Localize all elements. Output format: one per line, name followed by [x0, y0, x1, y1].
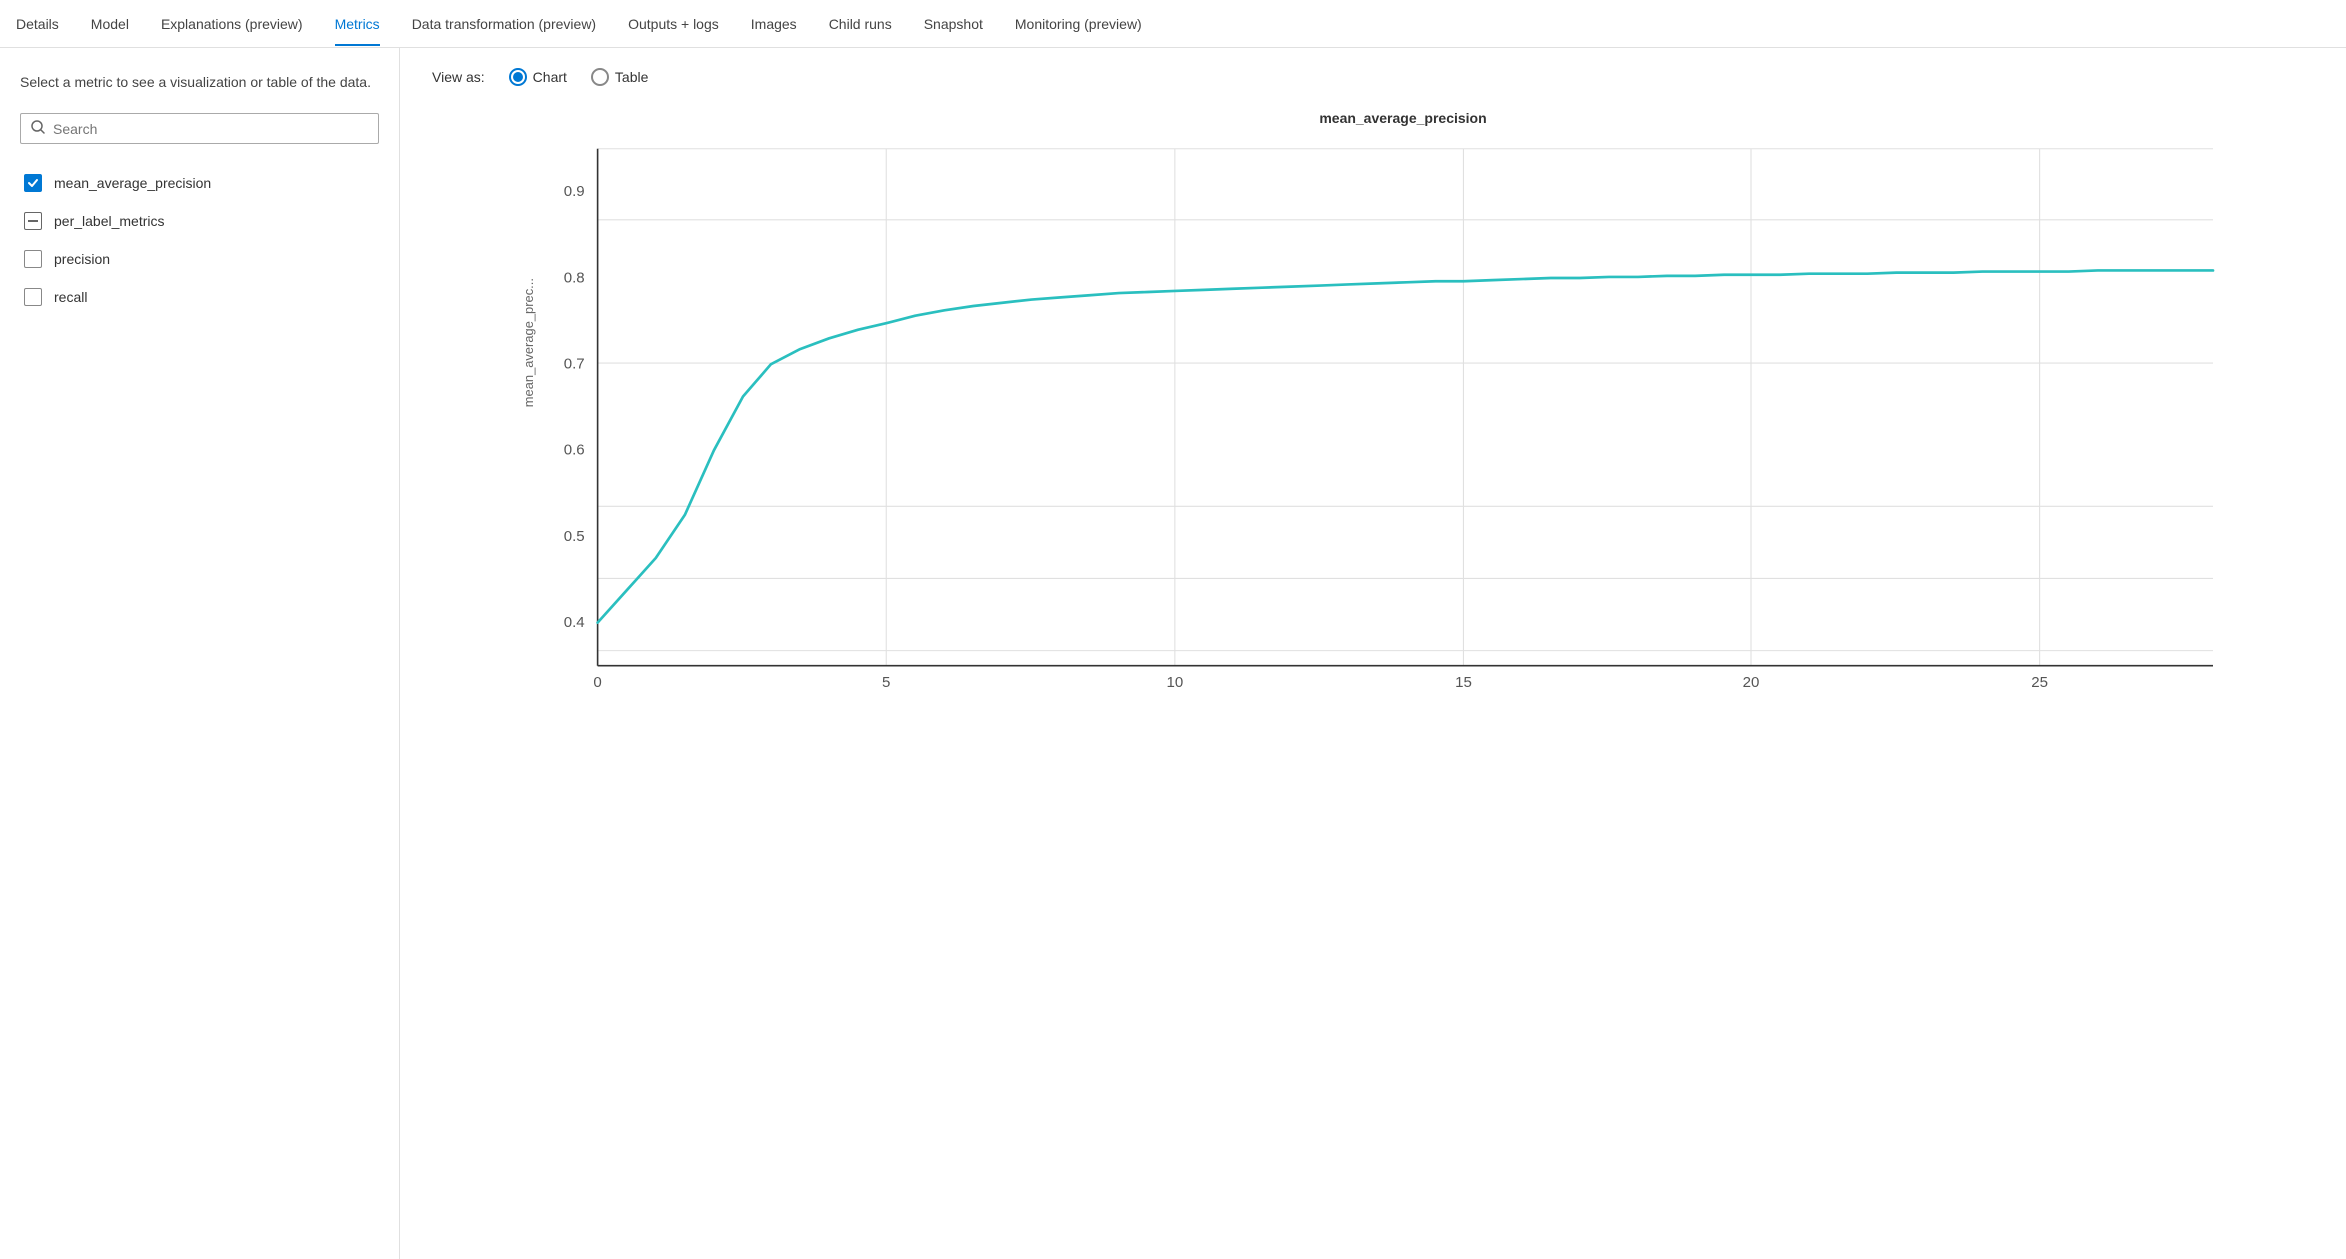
nav-monitoring[interactable]: Monitoring (preview): [1015, 2, 1142, 46]
svg-text:0.7: 0.7: [564, 355, 585, 372]
svg-text:10: 10: [1166, 674, 1183, 691]
radio-table[interactable]: Table: [591, 68, 648, 86]
radio-chart-outer: [509, 68, 527, 86]
nav-images[interactable]: Images: [751, 2, 797, 46]
checkbox-precision[interactable]: [24, 250, 42, 268]
radio-chart-label: Chart: [533, 69, 567, 85]
nav-outputs-logs[interactable]: Outputs + logs: [628, 2, 719, 46]
nav-details[interactable]: Details: [16, 2, 59, 46]
svg-text:20: 20: [1743, 674, 1760, 691]
svg-text:0.8: 0.8: [564, 269, 585, 286]
search-icon: [31, 120, 45, 137]
radio-table-label: Table: [615, 69, 648, 85]
view-as-row: View as: Chart Table: [432, 68, 2314, 86]
radio-chart[interactable]: Chart: [509, 68, 567, 86]
metric-list: mean_average_precision per_label_metrics…: [20, 164, 379, 316]
chart-svg: 0.9 0.8 0.7 0.6 0.5 0.4 0 5 10 15 20 25 …: [432, 138, 2314, 698]
checkbox-mean-average-precision[interactable]: [24, 174, 42, 192]
content-area: View as: Chart Table mean_average_precis…: [400, 48, 2346, 1259]
metric-item-per-label-metrics[interactable]: per_label_metrics: [20, 202, 379, 240]
nav-model[interactable]: Model: [91, 2, 129, 46]
metric-label-per-label-metrics: per_label_metrics: [54, 213, 165, 229]
main-layout: Select a metric to see a visualization o…: [0, 48, 2346, 1259]
search-box[interactable]: [20, 113, 379, 144]
svg-text:0: 0: [593, 674, 601, 691]
checkbox-recall[interactable]: [24, 288, 42, 306]
top-nav: Details Model Explanations (preview) Met…: [0, 0, 2346, 48]
chart-title: mean_average_precision: [492, 110, 2314, 126]
svg-text:0.9: 0.9: [564, 183, 585, 200]
search-input[interactable]: [53, 121, 368, 137]
svg-text:25: 25: [2031, 674, 2048, 691]
svg-text:15: 15: [1455, 674, 1472, 691]
metric-label-mean-average-precision: mean_average_precision: [54, 175, 211, 191]
svg-text:0.6: 0.6: [564, 442, 585, 459]
radio-table-outer: [591, 68, 609, 86]
nav-data-transformation[interactable]: Data transformation (preview): [412, 2, 596, 46]
chart-container: mean_average_precision: [432, 110, 2314, 730]
metric-item-precision[interactable]: precision: [20, 240, 379, 278]
nav-explanations[interactable]: Explanations (preview): [161, 2, 303, 46]
metric-label-recall: recall: [54, 289, 87, 305]
svg-text:5: 5: [882, 674, 890, 691]
chart-inner: 0.9 0.8 0.7 0.6 0.5 0.4 0 5 10 15 20 25 …: [432, 138, 2314, 698]
radio-chart-inner: [513, 72, 523, 82]
checkbox-per-label-metrics[interactable]: [24, 212, 42, 230]
metric-item-mean-average-precision[interactable]: mean_average_precision: [20, 164, 379, 202]
svg-text:0.4: 0.4: [564, 614, 585, 631]
sidebar-description: Select a metric to see a visualization o…: [20, 72, 379, 93]
svg-text:0.5: 0.5: [564, 528, 585, 545]
metric-label-precision: precision: [54, 251, 110, 267]
nav-metrics[interactable]: Metrics: [335, 2, 380, 46]
nav-snapshot[interactable]: Snapshot: [924, 2, 983, 46]
nav-child-runs[interactable]: Child runs: [829, 2, 892, 46]
view-as-label: View as:: [432, 69, 485, 85]
sidebar: Select a metric to see a visualization o…: [0, 48, 400, 1259]
metric-item-recall[interactable]: recall: [20, 278, 379, 316]
svg-text:mean_average_prec...: mean_average_prec...: [521, 278, 536, 407]
